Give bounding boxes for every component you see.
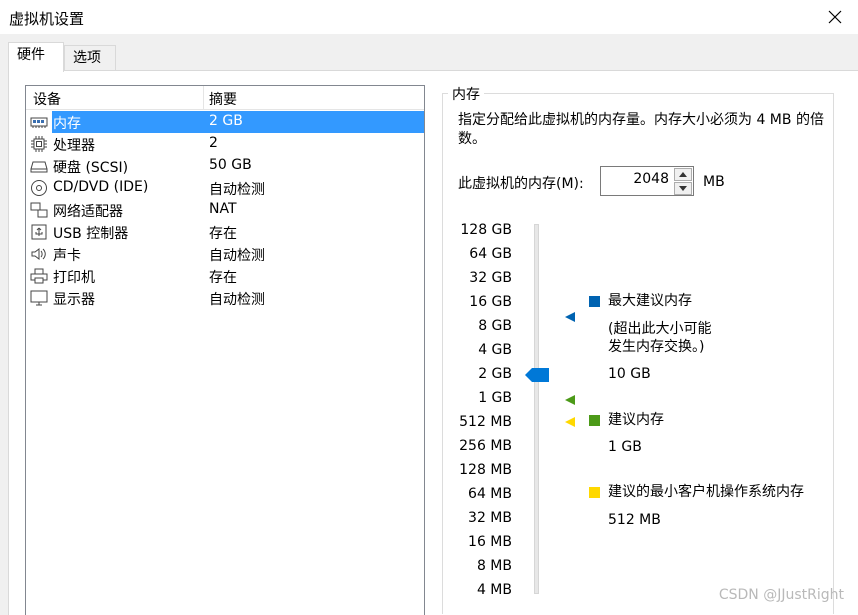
memory-slider-thumb[interactable] — [525, 368, 549, 382]
scale-tick-label: 4 GB — [478, 342, 512, 358]
device-name: 显示器 — [53, 292, 95, 308]
list-header: 设备 摘要 — [26, 86, 424, 110]
device-list[interactable]: 设备 摘要 内存 2 GB 处理器 2 硬盘 (SCSI) 50 GB CD/D… — [25, 85, 425, 615]
legend-max-value: 10 GB — [608, 366, 651, 382]
tab-hardware[interactable]: 硬件 — [8, 42, 64, 72]
usb-controller-icon — [31, 224, 47, 240]
device-name: USB 控制器 — [53, 226, 129, 242]
scale-tick-label: 4 MB — [476, 582, 512, 598]
device-row-display[interactable]: 显示器 自动检测 — [26, 287, 424, 309]
window-title: 虚拟机设置 — [9, 10, 85, 28]
scale-tick-label: 16 GB — [469, 294, 512, 310]
display-icon — [30, 290, 48, 306]
device-summary: 自动检测 — [209, 182, 265, 198]
scale-tick-label: 16 MB — [468, 534, 512, 550]
arrow-down-icon — [679, 186, 687, 191]
device-name: 硬盘 (SCSI) — [53, 160, 129, 176]
scale-tick-label: 1 GB — [478, 390, 512, 406]
legend-max-swatch — [589, 296, 600, 307]
scale-tick-label: 8 MB — [476, 558, 512, 574]
close-icon — [828, 10, 842, 24]
watermark: CSDN @JJustRight — [718, 587, 844, 603]
device-summary: 自动检测 — [209, 292, 265, 308]
scale-tick-label: 64 MB — [468, 486, 512, 502]
device-summary: 自动检测 — [209, 248, 265, 264]
device-row-usb-controller[interactable]: USB 控制器 存在 — [26, 221, 424, 243]
legend-min-guest-title: 建议的最小客户机操作系统内存 — [608, 484, 804, 500]
max-recommended-marker — [565, 312, 575, 322]
cd-dvd-icon — [31, 180, 47, 196]
scale-tick-label: 512 MB — [459, 414, 512, 430]
title-bar: 虚拟机设置 — [0, 0, 858, 34]
legend-min-guest-value: 512 MB — [608, 512, 661, 528]
memory-input[interactable]: 2048 — [633, 171, 669, 187]
device-summary: 存在 — [209, 270, 237, 286]
memory-icon — [30, 117, 48, 128]
device-row-cd-dvd[interactable]: CD/DVD (IDE) 自动检测 — [26, 177, 424, 199]
device-summary: 2 GB — [209, 113, 243, 129]
legend-recommended-value: 1 GB — [608, 439, 642, 455]
network-adapter-icon — [30, 202, 48, 218]
device-name: 处理器 — [53, 138, 95, 154]
device-row-network-adapter[interactable]: 网络适配器 NAT — [26, 199, 424, 221]
printer-icon — [30, 268, 48, 284]
legend-max-title: 最大建议内存 — [608, 293, 692, 309]
memory-spinbox: 2048 — [600, 166, 694, 196]
recommended-marker — [565, 395, 575, 405]
device-name: 声卡 — [53, 248, 81, 264]
memory-slider-track[interactable] — [534, 224, 539, 594]
device-row-processor[interactable]: 处理器 2 — [26, 133, 424, 155]
device-name: 内存 — [53, 116, 81, 132]
scale-tick-label: 32 MB — [468, 510, 512, 526]
min-guest-marker — [565, 417, 575, 427]
memory-description: 指定分配给此虚拟机的内存量。内存大小必须为 4 MB 的倍数。 — [458, 112, 824, 147]
scale-tick-label: 128 MB — [459, 462, 512, 478]
scale-tick-label: 2 GB — [478, 366, 512, 382]
column-header-summary[interactable]: 摘要 — [209, 89, 237, 109]
device-name: CD/DVD (IDE) — [53, 179, 149, 195]
close-button[interactable] — [812, 0, 858, 34]
device-name: 网络适配器 — [53, 204, 123, 220]
legend-recommended-swatch — [589, 415, 600, 426]
device-name: 打印机 — [53, 270, 95, 286]
spin-down-button[interactable] — [674, 182, 692, 195]
column-divider[interactable] — [203, 86, 204, 110]
device-summary: 存在 — [209, 226, 237, 242]
scale-tick-label: 32 GB — [469, 270, 512, 286]
legend-max-note-2: 发生内存交换。) — [608, 339, 705, 355]
memory-group-title: 内存 — [448, 84, 484, 104]
harddisk-icon — [30, 161, 48, 173]
memory-unit-label: MB — [703, 174, 725, 190]
device-summary: NAT — [209, 201, 237, 217]
spin-up-button[interactable] — [674, 168, 692, 181]
legend-min-guest-swatch — [589, 487, 600, 498]
device-summary: 2 — [209, 135, 218, 151]
sound-card-icon — [31, 248, 46, 260]
memory-field-label: 此虚拟机的内存(M): — [458, 176, 584, 192]
scale-tick-label: 128 GB — [460, 222, 512, 238]
scale-tick-label: 8 GB — [478, 318, 512, 334]
legend-recommended-title: 建议内存 — [608, 412, 664, 428]
arrow-up-icon — [679, 172, 687, 177]
scale-tick-label: 64 GB — [469, 246, 512, 262]
processor-icon — [31, 136, 47, 152]
device-row-printer[interactable]: 打印机 存在 — [26, 265, 424, 287]
device-row-memory[interactable]: 内存 2 GB — [26, 111, 424, 133]
device-row-sound-card[interactable]: 声卡 自动检测 — [26, 243, 424, 265]
column-header-device[interactable]: 设备 — [33, 89, 61, 109]
device-summary: 50 GB — [209, 157, 252, 173]
scale-tick-label: 256 MB — [459, 438, 512, 454]
device-row-harddisk[interactable]: 硬盘 (SCSI) 50 GB — [26, 155, 424, 177]
memory-scale-labels: 128 GB 64 GB 32 GB 16 GB 8 GB 4 GB 2 GB 1 GB 512… — [432, 222, 512, 602]
tab-options[interactable]: 选项 — [64, 45, 116, 71]
